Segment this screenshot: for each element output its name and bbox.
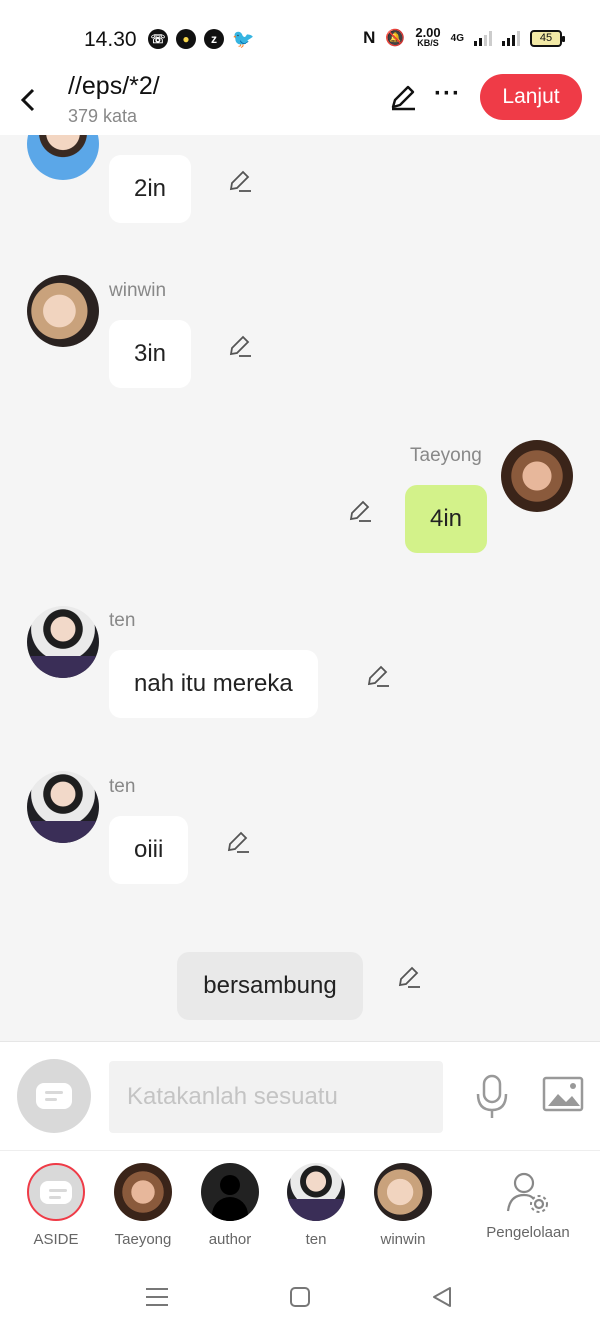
edit-message-icon[interactable]: [395, 963, 423, 991]
home-icon[interactable]: [287, 1284, 313, 1310]
edit-message-icon[interactable]: [226, 167, 254, 195]
back-icon[interactable]: [14, 80, 44, 129]
avatar[interactable]: [27, 771, 99, 843]
edit-message-icon[interactable]: [226, 332, 254, 360]
net-speed: 2.00 KB/S: [415, 25, 441, 48]
page-title: //eps/*2/: [68, 72, 160, 100]
notification-icons: ☏ ● z 🐦: [148, 29, 255, 49]
character-ten[interactable]: ten: [273, 1163, 359, 1248]
character-label: winwin: [380, 1231, 426, 1248]
avatar: [287, 1163, 345, 1221]
character-label: ten: [305, 1231, 327, 1248]
edit-message-icon[interactable]: [346, 497, 374, 525]
image-icon[interactable]: [542, 1076, 584, 1112]
chat-area: 2in winwin 3in Taeyong 4in ten nah itu m…: [0, 135, 600, 1041]
message-bubble[interactable]: 3in: [109, 320, 192, 388]
status-time: 14.30: [84, 28, 137, 51]
speaker-name: ten: [109, 610, 136, 631]
music-app-icon: ●: [176, 29, 196, 49]
speaker-name: ten: [109, 776, 136, 797]
back-nav-icon[interactable]: [430, 1284, 456, 1310]
message-bubble[interactable]: nah itu mereka: [109, 650, 318, 718]
microphone-icon[interactable]: [474, 1074, 510, 1120]
story-header: //eps/*2/ 379 kata ··· Lanjut: [0, 68, 600, 135]
speaker-name: winwin: [109, 280, 167, 301]
word-count: 379 kata: [68, 106, 138, 126]
menu-icon[interactable]: [144, 1284, 170, 1310]
avatar[interactable]: [27, 135, 99, 180]
avatar[interactable]: [27, 606, 99, 678]
edit-message-icon[interactable]: [224, 828, 252, 856]
network-type-icon: 4G: [450, 32, 464, 44]
character-author[interactable]: author: [187, 1163, 273, 1248]
status-indicators: N 🔕 2.00 KB/S 4G 45: [363, 25, 565, 49]
next-button[interactable]: Lanjut: [480, 74, 582, 120]
signal-icon: [474, 30, 492, 46]
message-bubble[interactable]: 4in: [405, 485, 488, 553]
character-label: Pengelolaan: [486, 1224, 570, 1241]
manage-characters-button[interactable]: Pengelolaan: [478, 1163, 578, 1241]
speaker-name: Taeyong: [410, 445, 482, 466]
character-bar: ASIDE Taeyong author ten winwin Pengelol…: [0, 1150, 600, 1260]
message-input[interactable]: [109, 1061, 443, 1133]
user-settings-icon: [506, 1172, 548, 1213]
character-label: author: [208, 1231, 252, 1248]
chat-bubble-icon: [27, 1163, 85, 1221]
character-aside[interactable]: ASIDE: [13, 1163, 99, 1248]
chat-bubble-icon: [36, 1083, 72, 1109]
whatsapp-icon: ☏: [148, 29, 168, 49]
avatar[interactable]: [501, 440, 573, 512]
character-label: ASIDE: [33, 1231, 79, 1248]
character-taeyong[interactable]: Taeyong: [100, 1163, 186, 1248]
battery-icon: 45: [530, 29, 565, 47]
message-bubble[interactable]: oiii: [109, 816, 189, 884]
character-winwin[interactable]: winwin: [360, 1163, 446, 1248]
edit-message-icon[interactable]: [364, 662, 392, 690]
composer: [0, 1041, 600, 1150]
signal-2-icon: [502, 30, 520, 46]
aside-toggle-button[interactable]: [17, 1059, 91, 1133]
aside-bubble[interactable]: bersambung: [177, 952, 363, 1020]
status-bar: 14.30 ☏ ● z 🐦 N 🔕 2.00 KB/S 4G 45: [0, 0, 600, 72]
avatar: [114, 1163, 172, 1221]
mute-icon: 🔕: [385, 30, 406, 47]
edit-title-icon[interactable]: [388, 82, 418, 112]
character-label: Taeyong: [114, 1231, 172, 1248]
message-bubble[interactable]: 2in: [109, 155, 192, 223]
z-app-icon: z: [204, 29, 224, 49]
avatar[interactable]: [27, 275, 99, 347]
user-silhouette-icon: [201, 1163, 259, 1221]
twitter-icon: 🐦: [232, 29, 255, 49]
avatar: [374, 1163, 432, 1221]
more-options-icon[interactable]: ···: [434, 80, 461, 108]
system-navigation-bar: [0, 1260, 600, 1333]
nfc-icon: N: [363, 28, 376, 47]
